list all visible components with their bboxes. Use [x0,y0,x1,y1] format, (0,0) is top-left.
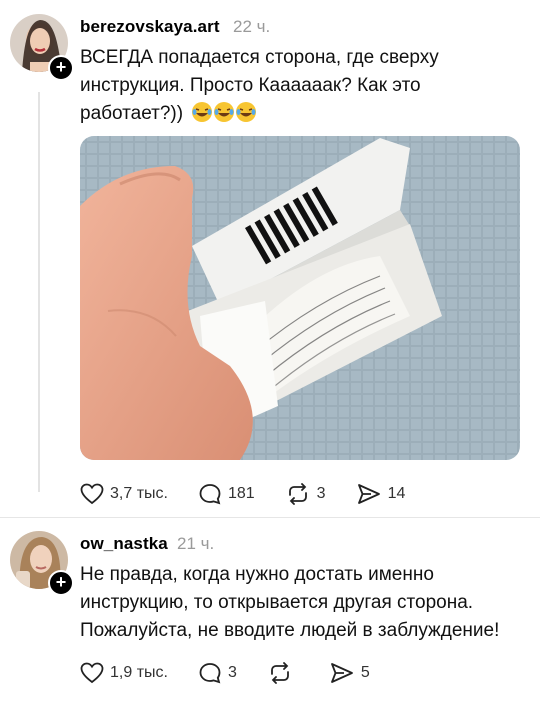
post-text-line: инструкция. Просто Каааааак? Как это [80,75,421,96]
laughing-emoji-icon [214,102,235,122]
post-time: 21 ч. [177,534,215,553]
laughing-emoji-icon [236,102,257,122]
like-button[interactable]: 1,9 тыс. [80,662,168,684]
username[interactable]: ow_nastka [80,534,168,554]
laughing-emoji-icon [192,102,213,122]
repost-button[interactable]: 3 [285,483,326,505]
laughing-emoji-group [191,101,257,123]
post-divider [0,517,540,518]
post-actions: 1,9 тыс. 3 5 [80,658,400,688]
post-1: + berezovskaya.art 22 ч. ВСЕГДА попадает… [0,0,540,515]
like-button[interactable]: 3,7 тыс. [80,483,168,505]
heart-icon [80,662,104,684]
share-button[interactable]: 5 [329,662,370,684]
username[interactable]: berezovskaya.art [80,17,220,37]
share-count: 14 [387,485,406,502]
post-text: ВСЕГДА попадается сторона, где сверху ин… [80,44,520,128]
thread-line [38,92,40,492]
repost-count: 3 [316,485,326,502]
post-text-line: Не правда, когда нужно достать именно [80,564,434,585]
share-button[interactable]: 14 [356,483,406,505]
post-text-line: работает?)) [80,103,184,124]
repost-icon [270,662,289,684]
follow-plus-icon[interactable]: + [48,570,74,596]
post-time: 22 ч. [233,17,271,36]
send-icon [357,484,380,504]
post-text-line: ВСЕГДА попадается сторона, где сверху [80,47,439,68]
post-text: Не правда, когда нужно достать именно ин… [80,561,530,645]
repost-icon [288,483,307,505]
send-icon [330,663,353,683]
repost-button[interactable] [267,662,299,684]
post-2: + ow_nastka 21 ч. Не правда, когда нужно… [0,520,540,720]
comment-count: 181 [227,485,255,502]
post-photo[interactable] [80,136,520,460]
comment-button[interactable]: 3 [198,662,237,684]
heart-icon [80,483,104,505]
like-count: 3,7 тыс. [110,485,168,502]
post-text-line-wrap: работает?)) [80,100,520,128]
like-count: 1,9 тыс. [110,664,168,681]
follow-plus-icon[interactable]: + [48,55,74,81]
comment-bubble-icon [199,663,221,684]
comment-button[interactable]: 181 [198,483,255,505]
comment-bubble-icon [199,484,221,505]
post-actions: 3,7 тыс. 181 3 14 [80,479,435,509]
post-text-line: инструкцию, то открывается другая сторон… [80,592,474,613]
comment-count: 3 [227,664,237,681]
share-count: 5 [360,664,370,681]
post-text-line: Пожалуйста, не вводите людей в заблужден… [80,620,500,641]
